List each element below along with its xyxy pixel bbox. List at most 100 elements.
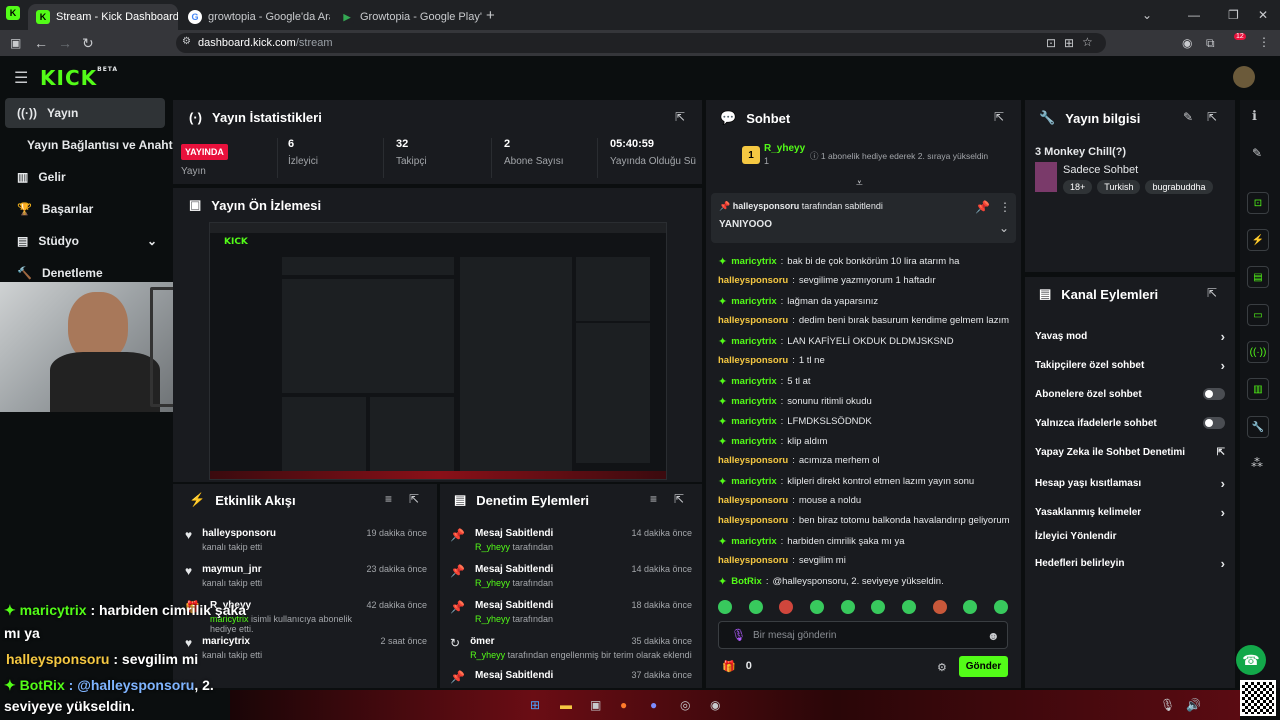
wrench-icon[interactable]: 🔧 [1247,416,1269,438]
tab-google-play[interactable]: ▶ Growtopia - Google Play'de Uyg ✕ [332,4,482,30]
edit-icon[interactable]: ✎ [1252,146,1262,160]
chat-message[interactable]: halleysponsoru:1 tl ne [718,355,825,366]
chat-bubble-icon[interactable]: ▭ [1247,304,1269,326]
maximize-icon[interactable]: ❐ [1228,8,1239,22]
avatar[interactable] [1233,66,1255,88]
popout-icon[interactable]: ⇱ [674,492,684,506]
mic-icon[interactable]: 🎙 [731,628,746,642]
banned-words-row[interactable]: Yasaklanmış kelimeler › [1035,505,1225,520]
chat-username[interactable]: maricytrix [731,396,776,407]
folder-icon[interactable]: ▬ [560,698,572,712]
chat-username[interactable]: maricytrix [731,436,776,447]
filter-icon[interactable]: ≡ [650,492,657,506]
reload-icon[interactable]: ↻ [82,35,94,52]
minimize-icon[interactable]: — [1188,8,1200,22]
chat-message[interactable]: ✦ maricytrix: LAN KAFİYELİ OKDUK DLDMJSKSN… [718,335,954,348]
chat-message[interactable]: ✦ maricytrix: harbiden cimrilik şaka mı ya [718,535,905,548]
raid-row[interactable]: İzleyici Yönlendir [1035,531,1225,542]
site-info-icon[interactable]: ⚙ [182,36,191,47]
popout-icon[interactable]: ⇱ [409,492,419,506]
emote-icon[interactable] [840,600,855,614]
chat-username[interactable]: maricytrix [731,256,776,267]
url-field[interactable]: ⚙ dashboard.kick.com/stream [176,33,1106,53]
chat-username[interactable]: maricytrix [731,376,776,387]
gear-icon[interactable]: ⚙ [937,661,947,674]
chevron-down-icon[interactable]: ⌄ [1142,8,1152,22]
chat-username[interactable]: maricytrix [731,536,776,547]
chat-message[interactable]: ✦ maricytrix:5 tl at [718,375,811,388]
forward-icon[interactable]: → [58,35,72,51]
chat-message[interactable]: ✦ maricytrix: sonunu ritimli okudu [718,395,872,408]
chat-message[interactable]: ✦ maricytrix: lağman da yaparsınız [718,295,878,308]
chevron-down-icon[interactable]: ⌄ [999,221,1009,235]
sidebar-item-stream-key[interactable]: Yayın Bağlantısı ve Anahtarı [5,130,187,160]
chat-username[interactable]: halleysponsoru [718,275,788,286]
hamburger-icon[interactable]: ☰ [14,68,28,88]
firefox-icon[interactable]: ● [620,698,627,712]
emote-icon[interactable] [748,600,763,614]
chat-message[interactable]: ✦ maricytrix: bak bi de çok bonkörüm 10 li… [718,255,959,268]
tab-google-search[interactable]: G growtopia - Google'da Ara ✕ [180,4,330,30]
emote-icon[interactable] [779,600,794,614]
followers-only-row[interactable]: Takipçilere özel sohbet › [1035,358,1225,373]
screenshot-icon[interactable]: ⊡ [1046,36,1056,50]
start-icon[interactable]: ⊞ [530,698,540,712]
chat-username[interactable]: maricytrix [731,296,776,307]
emote-icon[interactable] [718,600,732,614]
popout-icon[interactable]: ⇱ [994,110,1004,124]
discord-icon[interactable]: ● [650,698,657,712]
tab-kick-dashboard[interactable]: K Stream - Kick Dashboard ✕ [28,4,178,30]
slow-mode-row[interactable]: Yavaş mod › [1035,329,1225,344]
bookmark-star-icon[interactable]: ☆ [1082,35,1093,49]
popout-icon[interactable]: ⇱ [1207,286,1217,300]
app-icon[interactable]: ◎ [680,698,690,712]
chat-message[interactable]: halleysponsoru: mouse a noldu [718,495,861,506]
lightning-icon[interactable]: ⚡ [1247,229,1269,251]
chat-message[interactable]: halleysponsoru: acımıza merhem ol [718,455,880,466]
chat-message[interactable]: ✦ maricytrix: klipleri direkt kontrol etme… [718,475,974,488]
preview-video[interactable]: KICK [209,222,667,480]
filter-icon[interactable]: ≡ [385,492,392,506]
chat-username[interactable]: halleysponsoru [718,515,788,526]
extensions-icon[interactable]: ⧉ [1206,36,1215,51]
emote-icon[interactable] [932,600,947,614]
tag-chip[interactable]: Turkish [1097,180,1141,194]
tag-chip[interactable]: bugrabuddha [1145,180,1213,194]
edit-icon[interactable]: ✎ [1183,110,1193,124]
emoji-icon[interactable]: ☻ [987,629,1000,643]
new-tab-icon[interactable]: + [486,7,495,24]
subscribers-only-toggle[interactable] [1203,388,1225,400]
emote-only-toggle[interactable] [1203,417,1225,429]
chat-username[interactable]: halleysponsoru [718,495,788,506]
unpin-icon[interactable]: 📌 [975,200,990,214]
mic-icon[interactable]: 🎙 [1160,698,1175,712]
chat-message[interactable]: ✦ maricytrix: klip aldım [718,435,827,448]
sidebar-item-studyo[interactable]: ▤ Stüdyo ⌄ [5,226,165,256]
emote-icon[interactable] [963,600,978,614]
chat-message[interactable]: halleysponsoru: ben biraz totomu balkonda… [718,515,1010,526]
send-button[interactable]: Gönder [959,656,1008,677]
chat-username[interactable]: halleysponsoru [718,355,788,366]
store-icon[interactable]: ▣ [590,698,601,712]
chat-username[interactable]: maricytrix [731,336,776,347]
chat-message[interactable]: halleysponsoru: sevgilim mi [718,555,846,566]
more-icon[interactable]: ⋮ [999,200,1011,214]
chat-input[interactable]: 🎙 Bir mesaj gönderin ☻ [718,621,1008,649]
speaker-icon[interactable]: 🔊 [1186,698,1201,712]
popout-icon[interactable]: ⇱ [1207,110,1217,124]
chat-message[interactable]: ✦ BotRix: @halleysponsoru, 2. seviyeye yük… [718,575,944,588]
ai-moderation-row[interactable]: Yapay Zeka ile Sohbet Denetimi ⇱ [1035,447,1225,458]
sidebar-toggle-icon[interactable]: ▣ [10,36,21,50]
channel-points[interactable]: 🎁 0 [722,660,752,673]
support-icon[interactable]: ☎ [1236,645,1266,675]
clipboard-icon[interactable]: ▥ [1247,378,1269,400]
document-icon[interactable]: ▤ [1247,266,1269,288]
popout-icon[interactable]: ⇱ [675,110,685,124]
chat-username[interactable]: BotRix [731,576,762,587]
window-close-icon[interactable]: ✕ [1258,8,1268,22]
more-tools-icon[interactable]: ⁂ [1251,456,1263,470]
sidebar-item-gelir[interactable]: ▥ Gelir [5,162,165,192]
collapse-icon[interactable]: ⩡ [856,176,863,191]
chat-username[interactable]: halleysponsoru [718,315,788,326]
emote-icon[interactable] [809,600,824,614]
